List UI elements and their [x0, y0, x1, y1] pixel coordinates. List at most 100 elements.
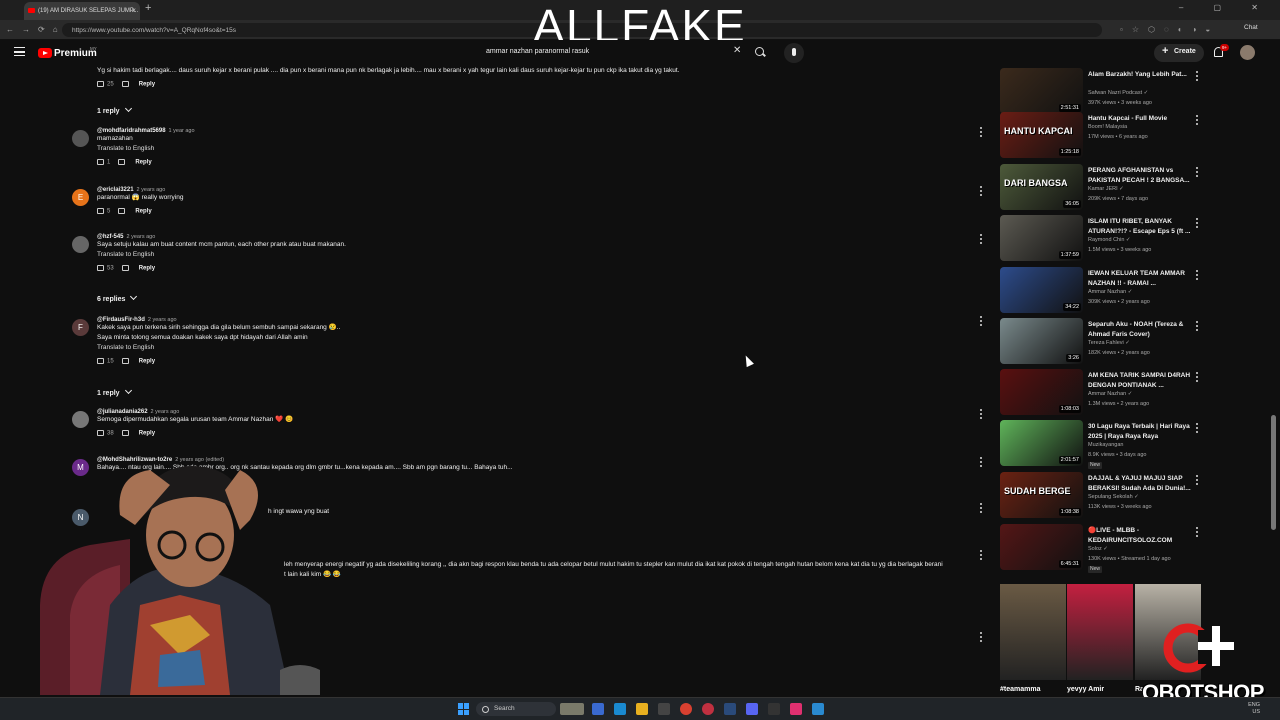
- dislike-icon[interactable]: [121, 430, 129, 436]
- new-tab-button[interactable]: +: [145, 2, 151, 14]
- comment-avatar[interactable]: E: [72, 189, 89, 206]
- video-thumbnail[interactable]: 1:37:59: [1000, 215, 1083, 261]
- copilot-icon[interactable]: [592, 703, 604, 715]
- comment-avatar[interactable]: F: [72, 319, 89, 336]
- youtube-logo-icon[interactable]: [38, 48, 52, 58]
- video-thumbnail[interactable]: SUDAH BERGE 1:08:38: [1000, 472, 1083, 518]
- reply-button[interactable]: Reply: [139, 82, 155, 88]
- dislike-icon[interactable]: [118, 159, 126, 165]
- video-more-icon[interactable]: [1196, 71, 1199, 82]
- hamburger-menu-icon[interactable]: [14, 47, 25, 56]
- window-controls[interactable]: – ▢ ✕: [1179, 3, 1272, 12]
- comment-more-icon[interactable]: [980, 316, 983, 327]
- video-more-icon[interactable]: [1196, 527, 1199, 538]
- video-channel[interactable]: Safwan Nazri Podcast ✓: [1088, 90, 1148, 96]
- reply-button[interactable]: Reply: [139, 431, 155, 437]
- video-title[interactable]: Alam Barzakh! Yang Lebih Pat...: [1088, 70, 1192, 80]
- comment-more-icon[interactable]: [980, 550, 983, 561]
- view-replies-button[interactable]: 6 replies: [97, 292, 138, 303]
- chrome-icon[interactable]: [680, 703, 692, 715]
- store-icon[interactable]: [658, 703, 670, 715]
- dislike-icon[interactable]: [121, 358, 129, 364]
- comment-avatar[interactable]: [72, 130, 89, 147]
- microphone-icon[interactable]: [784, 43, 804, 63]
- video-thumbnail[interactable]: 2:51:31: [1000, 68, 1083, 114]
- nav-buttons[interactable]: ←→⟳⌂: [6, 25, 66, 34]
- video-more-icon[interactable]: [1196, 372, 1199, 383]
- weather-widget-icon[interactable]: [560, 703, 584, 715]
- reply-button[interactable]: Reply: [135, 209, 151, 215]
- video-channel[interactable]: Boom! Malaysia: [1088, 124, 1127, 130]
- reply-button[interactable]: Reply: [135, 160, 151, 166]
- video-channel[interactable]: Ammar Nazhan ✓: [1088, 391, 1132, 397]
- video-thumbnail[interactable]: 3:26: [1000, 318, 1083, 364]
- video-thumbnail[interactable]: DARI BANGSA 36:05: [1000, 164, 1083, 210]
- video-title[interactable]: ISLAM ITU RIBET, BANYAK ATURAN!?!? - Esc…: [1088, 217, 1192, 236]
- comment-more-icon[interactable]: [980, 457, 983, 468]
- video-thumbnail[interactable]: 2:01:57: [1000, 420, 1083, 466]
- translate-link[interactable]: Translate to English: [97, 343, 340, 353]
- video-title[interactable]: PERANG AFGHANISTAN vs PAKISTAN PECAH ! 2…: [1088, 166, 1192, 185]
- video-more-icon[interactable]: [1196, 321, 1199, 332]
- video-thumbnail[interactable]: 34:22: [1000, 267, 1083, 313]
- video-channel[interactable]: Ammar Nazhan ✓: [1088, 289, 1132, 295]
- video-channel[interactable]: Tereza Fahlevi ✓: [1088, 340, 1130, 346]
- account-avatar[interactable]: [1240, 45, 1255, 60]
- video-thumbnail[interactable]: HANTU KAPCAI 1:25:18: [1000, 112, 1083, 158]
- steam-icon[interactable]: [724, 703, 736, 715]
- create-button[interactable]: + Create: [1154, 44, 1204, 62]
- video-channel[interactable]: Raymond Chin ✓: [1088, 237, 1131, 243]
- related-video[interactable]: 1:08:03 AM KENA TARIK SAMPAI D4RAH DENGAN…: [1000, 369, 1200, 417]
- like-icon[interactable]: [97, 265, 104, 271]
- translate-link[interactable]: Translate to English: [97, 250, 346, 260]
- related-video[interactable]: 34:22 IEWAN KELUAR TEAM AMMAR NAZHAN !! -…: [1000, 267, 1200, 315]
- video-channel[interactable]: Kamar JERI ✓: [1088, 186, 1124, 192]
- related-video[interactable]: SUDAH BERGE 1:08:38 DAJJAL & YAJUJ MAJUJ S…: [1000, 472, 1200, 520]
- taskbar-search[interactable]: Search: [476, 702, 556, 716]
- reply-button[interactable]: Reply: [139, 266, 155, 272]
- like-icon[interactable]: [97, 358, 104, 364]
- view-replies-button[interactable]: 1 reply: [97, 104, 132, 115]
- video-title[interactable]: Hantu Kapcai - Full Movie: [1088, 114, 1192, 124]
- video-thumbnail[interactable]: 1:08:03: [1000, 369, 1083, 415]
- comment-avatar[interactable]: [72, 236, 89, 253]
- edge-icon[interactable]: [614, 703, 626, 715]
- file-explorer-icon[interactable]: [636, 703, 648, 715]
- video-channel[interactable]: Soloz ✓: [1088, 546, 1108, 552]
- reply-button[interactable]: Reply: [139, 359, 155, 365]
- extension-icons[interactable]: ▫☆⬡◌◐◑◒: [1120, 25, 1219, 34]
- like-icon[interactable]: [97, 208, 104, 214]
- comment-more-icon[interactable]: [980, 127, 983, 138]
- short-video[interactable]: #teamamma: [1000, 584, 1066, 693]
- dislike-icon[interactable]: [118, 208, 126, 214]
- dislike-icon[interactable]: [121, 265, 129, 271]
- video-channel[interactable]: Sepulang Sekolah ✓: [1088, 494, 1139, 500]
- video-channel[interactable]: Muzikayangan: [1088, 442, 1123, 448]
- related-video[interactable]: 3:26 Separuh Aku - NOAH (Tereza & Ahmad F…: [1000, 318, 1200, 366]
- translate-link[interactable]: Translate to English: [97, 144, 195, 154]
- dislike-icon[interactable]: [121, 81, 129, 87]
- like-icon[interactable]: [97, 159, 104, 165]
- video-title[interactable]: 🔴LIVE - MLBB - KEDAIRUNCITSOLOZ.COM: [1088, 526, 1192, 545]
- video-title[interactable]: 30 Lagu Raya Terbaik | Hari Raya 2025 | …: [1088, 422, 1192, 441]
- notepad-icon[interactable]: [812, 703, 824, 715]
- video-title[interactable]: DAJJAL & YAJUJ MAJUJ SIAP BERAKSI! Sudah…: [1088, 474, 1192, 493]
- like-icon[interactable]: [97, 430, 104, 436]
- discord-icon[interactable]: [746, 703, 758, 715]
- short-video[interactable]: yevyy Amir: [1067, 584, 1133, 693]
- comment-more-icon[interactable]: [980, 503, 983, 514]
- browser-tab[interactable]: (19) AM DIRASUK SELEPAS JUMP... ×: [24, 2, 140, 20]
- system-tray[interactable]: ENG US: [1248, 702, 1260, 716]
- related-video[interactable]: 6:45:31 🔴LIVE - MLBB - KEDAIRUNCITSOLOZ.C…: [1000, 524, 1200, 573]
- video-more-icon[interactable]: [1196, 423, 1199, 434]
- video-more-icon[interactable]: [1196, 218, 1199, 229]
- video-title[interactable]: IEWAN KELUAR TEAM AMMAR NAZHAN !! - RAMA…: [1088, 269, 1192, 288]
- video-title[interactable]: AM KENA TARIK SAMPAI D4RAH DENGAN PONTIA…: [1088, 371, 1192, 390]
- video-title[interactable]: Separuh Aku - NOAH (Tereza & Ahmad Faris…: [1088, 320, 1192, 339]
- comment-more-icon[interactable]: [980, 632, 983, 643]
- related-video[interactable]: 2:01:57 30 Lagu Raya Terbaik | Hari Raya …: [1000, 420, 1200, 469]
- clear-search-icon[interactable]: ✕: [733, 45, 741, 56]
- view-replies-button[interactable]: 1 reply: [97, 386, 132, 397]
- related-video[interactable]: 2:51:31 Alam Barzakh! Yang Lebih Pat... Sa…: [1000, 68, 1200, 116]
- windows-start-icon[interactable]: [458, 703, 470, 715]
